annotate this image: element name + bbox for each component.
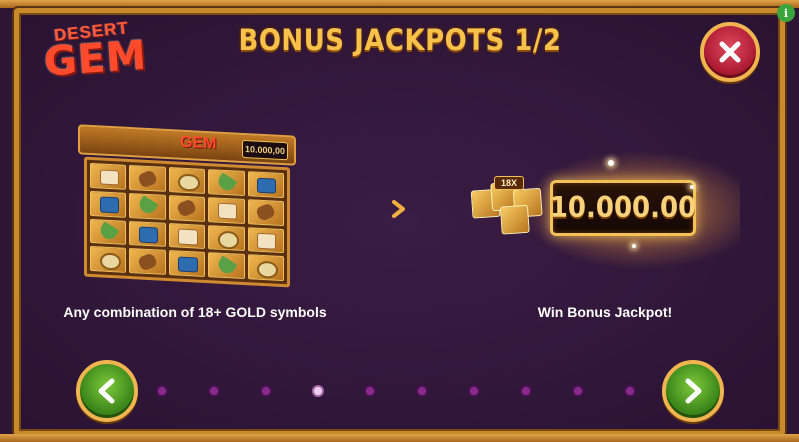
compass-symbol xyxy=(208,224,245,252)
page-dot-2[interactable] xyxy=(208,385,220,397)
gold-shovel-symbol xyxy=(499,204,530,235)
shovel-symbol xyxy=(208,252,245,280)
pipe-symbol xyxy=(129,164,166,192)
symbol-count-badge: 18X xyxy=(494,176,524,190)
pipe-symbol xyxy=(247,198,284,226)
compass-symbol xyxy=(168,167,206,194)
shovel-symbol xyxy=(208,169,245,196)
mini-logo: GEM xyxy=(180,133,217,153)
next-page-button[interactable] xyxy=(662,360,724,422)
book-symbol xyxy=(129,220,166,248)
compass-symbol xyxy=(247,254,284,282)
page-dot-7[interactable] xyxy=(468,385,480,397)
previous-page-button[interactable] xyxy=(76,360,138,422)
sparkle xyxy=(608,160,614,166)
scroll-symbol xyxy=(247,226,284,254)
page-dot-5[interactable] xyxy=(364,385,376,397)
right-caption: Win Bonus Jackpot! xyxy=(537,304,673,320)
sparkle xyxy=(690,185,694,189)
sparkle xyxy=(632,244,636,248)
pagination-dots xyxy=(156,385,650,397)
close-button[interactable] xyxy=(700,22,760,82)
shovel-symbol xyxy=(90,218,127,246)
scroll-symbol xyxy=(168,222,206,250)
page-dot-8[interactable] xyxy=(520,385,532,397)
book-symbol xyxy=(168,250,206,277)
page-title: BONUS JACKPOTS 1/2 xyxy=(238,24,562,58)
reel-grid-illustration: GEM 10.000,00 xyxy=(78,124,296,288)
mini-jackpot-display: 10.000,00 xyxy=(242,139,288,161)
page-dot-10[interactable] xyxy=(624,385,636,397)
info-button[interactable]: i xyxy=(777,4,795,22)
jackpot-value: 10.000.00 xyxy=(549,191,697,225)
shovel-symbol xyxy=(129,192,166,220)
top-rail xyxy=(0,0,799,8)
page-dot-1[interactable] xyxy=(156,385,168,397)
page-dot-4[interactable] xyxy=(312,385,324,397)
book-symbol xyxy=(247,171,284,198)
logo-line2: GEM xyxy=(42,32,149,86)
scroll-symbol xyxy=(90,162,127,190)
pipe-symbol xyxy=(129,248,166,275)
pipe-symbol xyxy=(168,194,206,222)
reel-grid xyxy=(84,156,290,288)
book-symbol xyxy=(90,190,127,218)
desert-gem-logo: DESERT GEM xyxy=(40,18,155,86)
compass-symbol xyxy=(90,246,127,273)
bottom-rail xyxy=(0,434,799,442)
chevron-right-icon xyxy=(685,378,702,404)
page-dot-6[interactable] xyxy=(416,385,428,397)
arrow-right-icon xyxy=(392,200,405,218)
chevron-left-icon xyxy=(98,378,115,404)
page-dot-9[interactable] xyxy=(572,385,584,397)
jackpot-display: 10.000.00 xyxy=(550,180,696,236)
scroll-symbol xyxy=(208,196,245,224)
page-dot-3[interactable] xyxy=(260,385,272,397)
left-caption: Any combination of 18+ GOLD symbols xyxy=(63,304,327,320)
close-x-icon xyxy=(719,41,741,63)
